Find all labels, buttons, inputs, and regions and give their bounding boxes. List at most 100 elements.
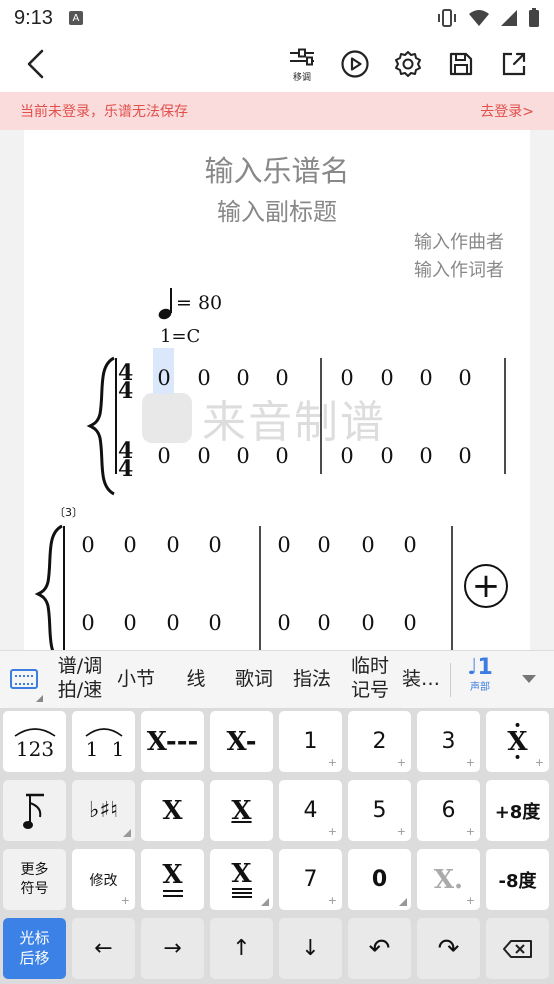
score-note[interactable]: 0 [361, 533, 374, 557]
score-note[interactable]: 0 [419, 444, 432, 468]
tab-decoration[interactable]: 装… [396, 668, 446, 692]
tab-line[interactable]: 线 [176, 668, 216, 692]
accidentals-key[interactable]: ♭♯♮ [72, 780, 135, 841]
score-note[interactable]: 0 [166, 533, 179, 557]
score-note[interactable]: 0 [277, 611, 290, 635]
note-7-key[interactable]: 7 + [279, 849, 342, 910]
note-3-key[interactable]: 3 + [417, 711, 480, 772]
score-note[interactable]: 0 [380, 366, 393, 390]
transpose-button[interactable]: 移调 [284, 46, 320, 83]
thirtysecond-note-key[interactable]: X [210, 849, 273, 910]
score-note[interactable]: 0 [458, 366, 471, 390]
keyboard-corner-indicator [36, 695, 43, 702]
score-note[interactable]: 0 [123, 611, 136, 635]
score-note[interactable]: 0 [458, 444, 471, 468]
score-note[interactable]: 0 [419, 366, 432, 390]
share-button[interactable] [496, 46, 532, 82]
accidentals-label: ♭♯♮ [89, 798, 118, 823]
score-note[interactable]: 0 [81, 611, 94, 635]
score-note[interactable]: 0 [166, 611, 179, 635]
score-note[interactable]: 0 [81, 533, 94, 557]
system1-brace [86, 356, 115, 496]
arrow-down-icon: ↓ [301, 936, 320, 961]
dotted-key[interactable]: X. + [417, 849, 480, 910]
tab-lyrics[interactable]: 歌词 [228, 668, 280, 692]
score-note[interactable]: 0 [123, 533, 136, 557]
login-link[interactable]: 去登录> [480, 101, 534, 121]
whole-note-key[interactable]: X--- [141, 711, 204, 772]
arrow-left-key[interactable]: ← [72, 918, 135, 979]
note-4-key[interactable]: 4 + [279, 780, 342, 841]
tab-fingering[interactable]: 指法 [286, 668, 338, 692]
score-canvas[interactable]: 输入乐谱名 输入副标题 输入作曲者 输入作词者 = 80 1=C 来音制谱 4 … [0, 130, 554, 650]
undo-key[interactable]: ↶ [348, 918, 411, 979]
octave-down-key[interactable]: -8度 [486, 849, 549, 910]
score-note[interactable]: 0 [277, 533, 290, 557]
score-note[interactable]: 0 [317, 611, 330, 635]
share-icon [502, 52, 526, 76]
half-note-key[interactable]: X- [210, 711, 273, 772]
note-2-key[interactable]: 2 + [348, 711, 411, 772]
arrow-up-key[interactable]: ↑ [210, 918, 273, 979]
back-button[interactable] [18, 46, 54, 82]
score-note[interactable]: 0 [236, 366, 249, 390]
settings-button[interactable] [390, 46, 426, 82]
score-note[interactable]: 0 [197, 366, 210, 390]
score-note[interactable]: 0 [208, 533, 221, 557]
plus-corner-icon: + [534, 756, 544, 769]
score-note[interactable]: 0 [403, 533, 416, 557]
play-button[interactable] [337, 46, 373, 82]
wifi-icon [469, 10, 489, 26]
dot-above-key[interactable]: • X • + [486, 711, 549, 772]
score-note[interactable]: 0 [157, 366, 170, 390]
tie-key[interactable]: 11 [72, 711, 135, 772]
triplet-key[interactable]: 123 [3, 711, 66, 772]
score-note[interactable]: 0 [208, 611, 221, 635]
tab-score-key-beat[interactable]: 谱/调 拍/速 [54, 655, 106, 703]
score-note[interactable]: 0 [157, 444, 170, 468]
more-symbols-key[interactable]: 更多 符号 [3, 849, 66, 910]
tab-measure[interactable]: 小节 [112, 668, 160, 692]
score-note[interactable]: 0 [275, 366, 288, 390]
save-button[interactable] [443, 46, 479, 82]
cursor-next-key[interactable]: 光标 后移 [3, 918, 66, 979]
sixteenth-note-key[interactable]: X [141, 849, 204, 910]
arrow-down-key[interactable]: ↓ [279, 918, 342, 979]
arrow-right-key[interactable]: → [141, 918, 204, 979]
score-note[interactable]: 0 [340, 444, 353, 468]
score-note[interactable]: 0 [275, 444, 288, 468]
gear-icon [395, 51, 421, 77]
keyboard-icon[interactable] [10, 669, 38, 689]
modify-label: 修改 [89, 872, 118, 889]
score-note[interactable]: 0 [361, 611, 374, 635]
redo-key[interactable]: ↷ [417, 918, 480, 979]
tab-accidental[interactable]: 临时 记号 [346, 655, 394, 703]
score-note[interactable]: 0 [340, 366, 353, 390]
note-5-key[interactable]: 5 + [348, 780, 411, 841]
octave-up-key[interactable]: +8度 [486, 780, 549, 841]
note-0-key[interactable]: 0 [348, 849, 411, 910]
sliders-icon [290, 48, 314, 66]
category-tab-bar: 谱/调 拍/速 小节 线 歌词 指法 临时 记号 装… ♩1 声部 [0, 650, 554, 708]
eighth-note-key[interactable]: X [210, 780, 273, 841]
quarter-note-key[interactable]: X [141, 780, 204, 841]
cursor-next-label-2: 后移 [19, 948, 50, 967]
collapse-arrow-icon[interactable] [522, 675, 536, 683]
score-note[interactable]: 0 [317, 533, 330, 557]
note-1-key[interactable]: 1 + [279, 711, 342, 772]
note-6-key[interactable]: 6 + [417, 780, 480, 841]
arrow-left-icon: ← [94, 936, 113, 961]
tab-score-key-label: 谱/调 [57, 655, 103, 677]
add-measure-button[interactable]: + [464, 564, 508, 608]
voice-part-button[interactable]: ♩1 声部 [460, 655, 500, 703]
svg-text:123: 123 [15, 737, 53, 761]
modify-key[interactable]: 修改 + [72, 849, 135, 910]
octave-down-label: -8度 [498, 870, 537, 892]
rest-key[interactable] [3, 780, 66, 841]
dotted-label: X. [433, 864, 464, 895]
score-note[interactable]: 0 [403, 611, 416, 635]
score-note[interactable]: 0 [197, 444, 210, 468]
backspace-key[interactable] [486, 918, 549, 979]
score-note[interactable]: 0 [236, 444, 249, 468]
score-note[interactable]: 0 [380, 444, 393, 468]
